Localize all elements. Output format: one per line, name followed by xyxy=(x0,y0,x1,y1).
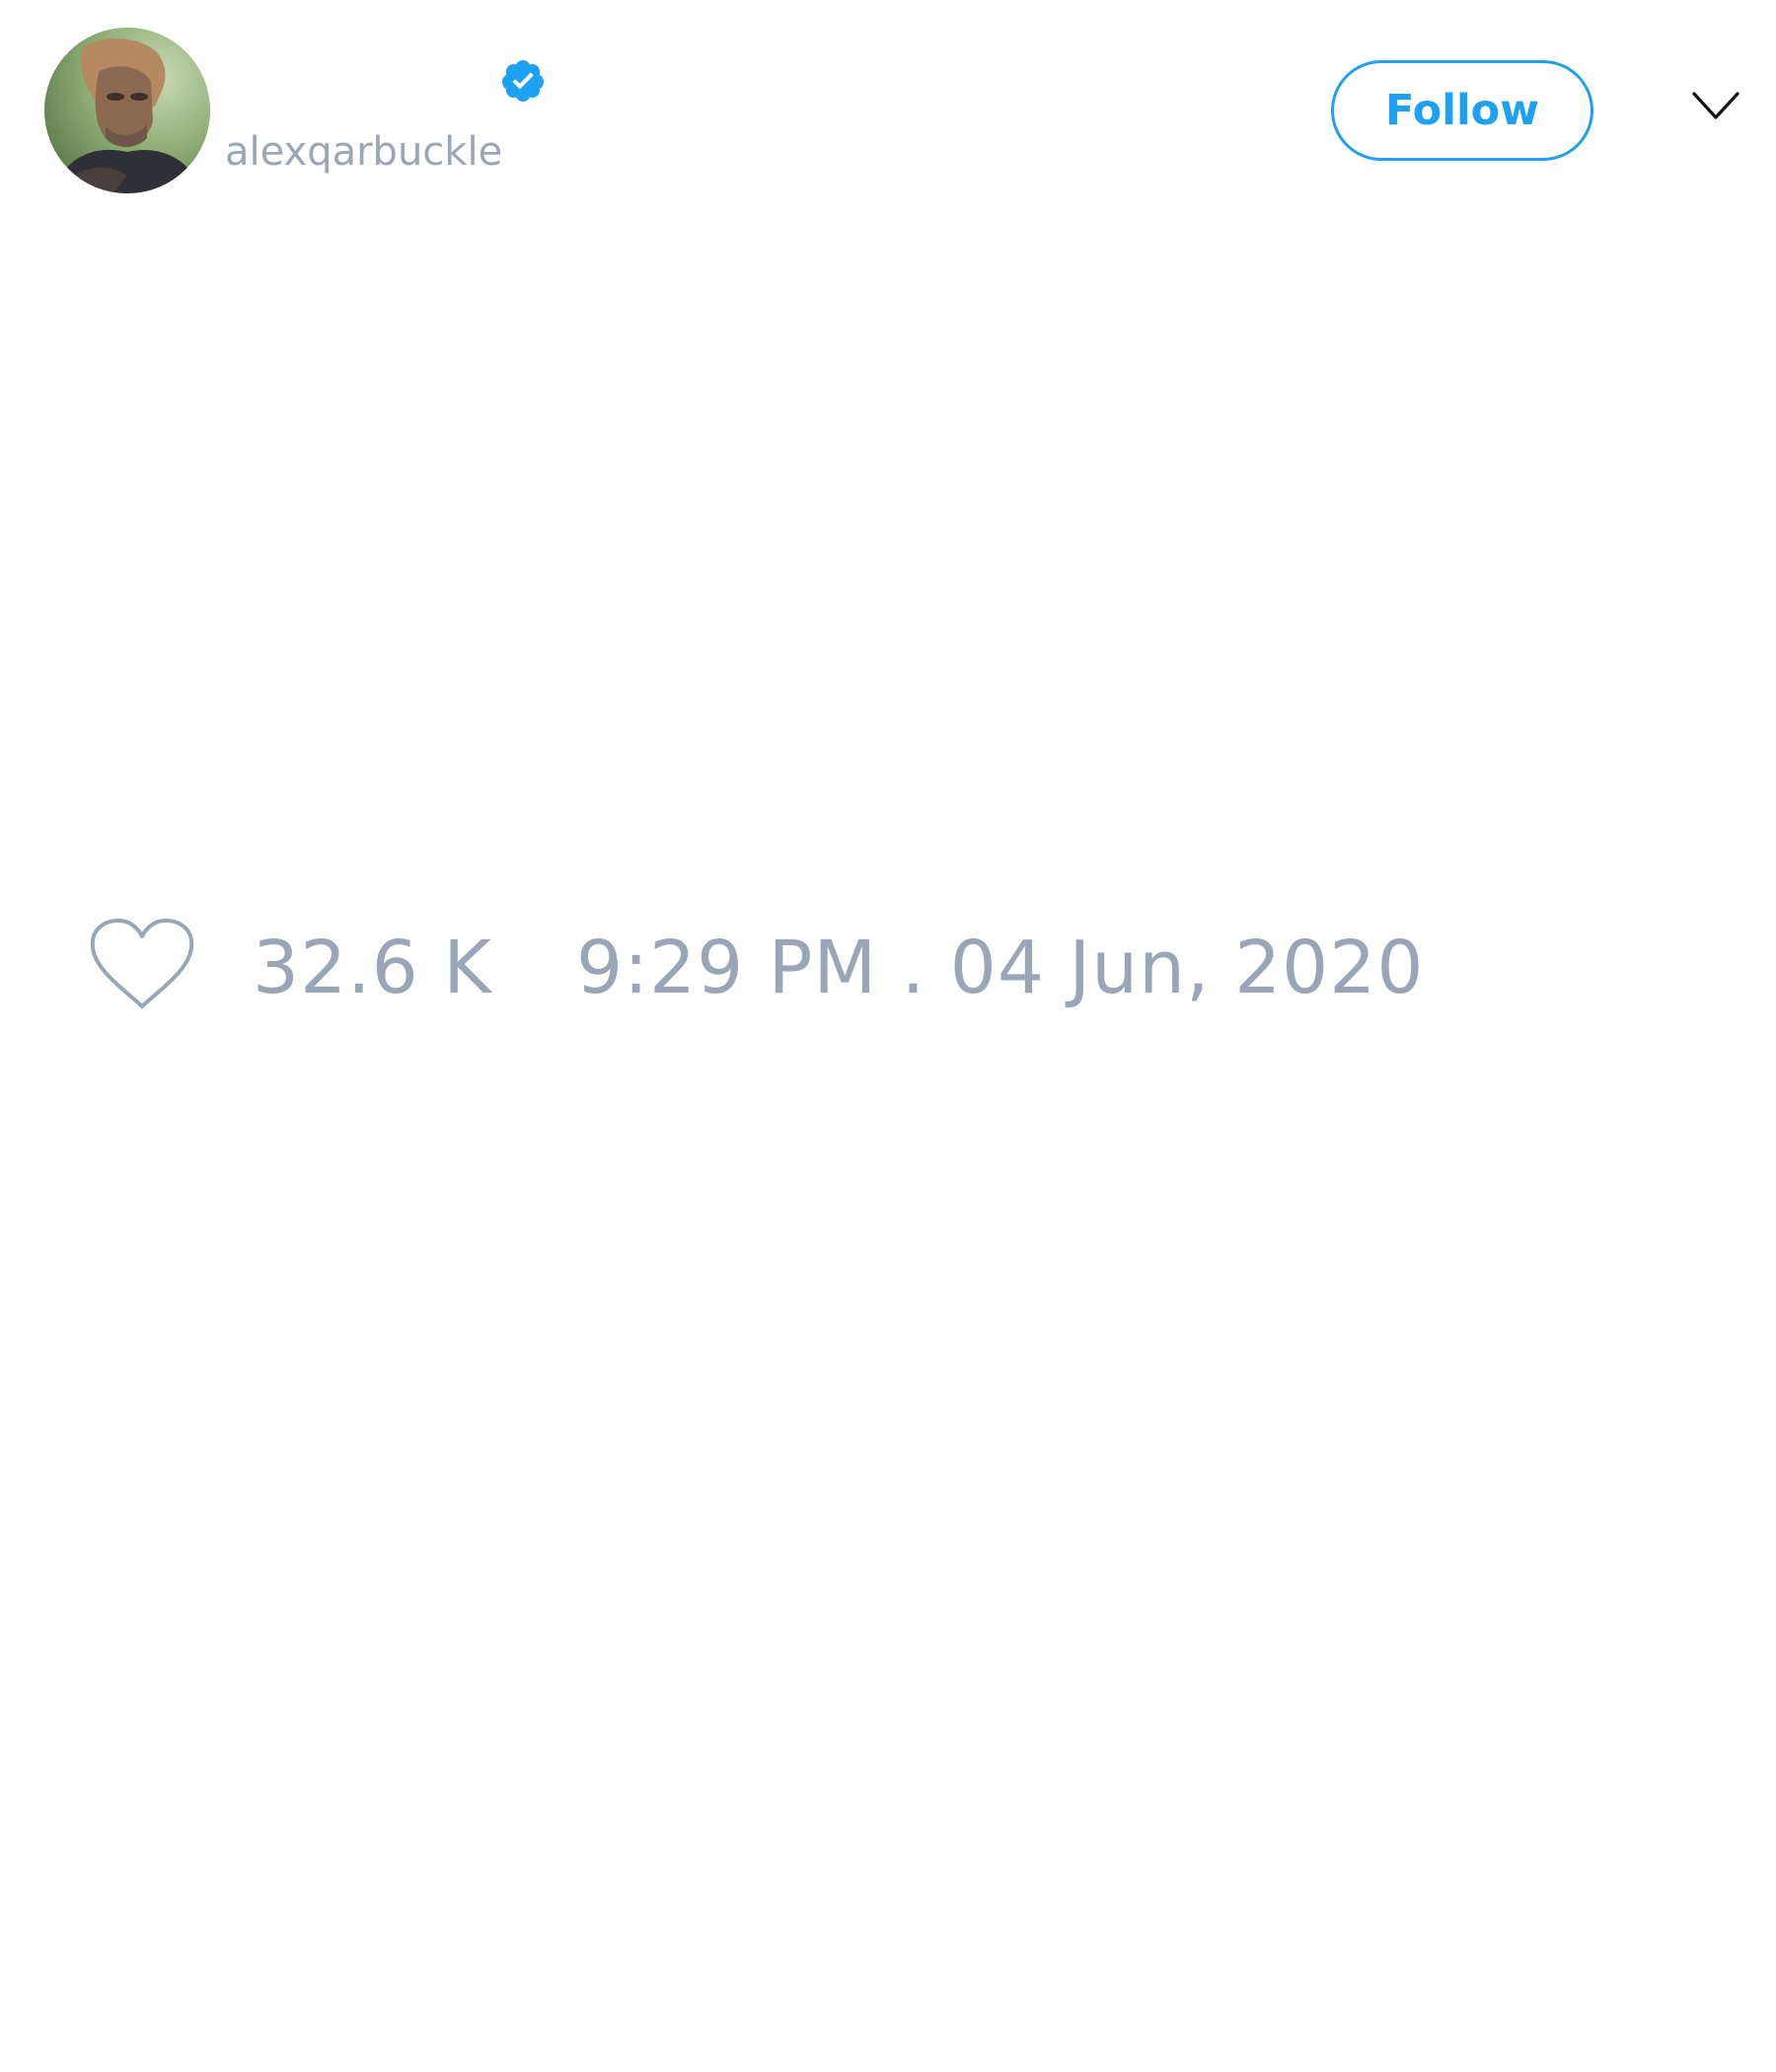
chevron-down-icon[interactable] xyxy=(1691,89,1740,124)
follow-button[interactable]: Follow xyxy=(1331,60,1593,161)
author-handle[interactable]: alexqarbuckle xyxy=(225,124,502,180)
avatar-photo xyxy=(44,28,210,193)
tweet-card: alexqarbuckle Follow 32.6 K 9:29 PM . 04… xyxy=(0,0,1776,2072)
avatar[interactable] xyxy=(44,28,210,193)
tweet-timestamp[interactable]: 9:29 PM . 04 Jun, 2020 xyxy=(576,925,1424,1010)
heart-outline-icon[interactable] xyxy=(89,918,195,1012)
like-count: 32.6 K xyxy=(253,925,492,1010)
tweet-stats: 32.6 K 9:29 PM . 04 Jun, 2020 xyxy=(0,908,1776,1026)
verified-badge-icon xyxy=(501,60,544,102)
